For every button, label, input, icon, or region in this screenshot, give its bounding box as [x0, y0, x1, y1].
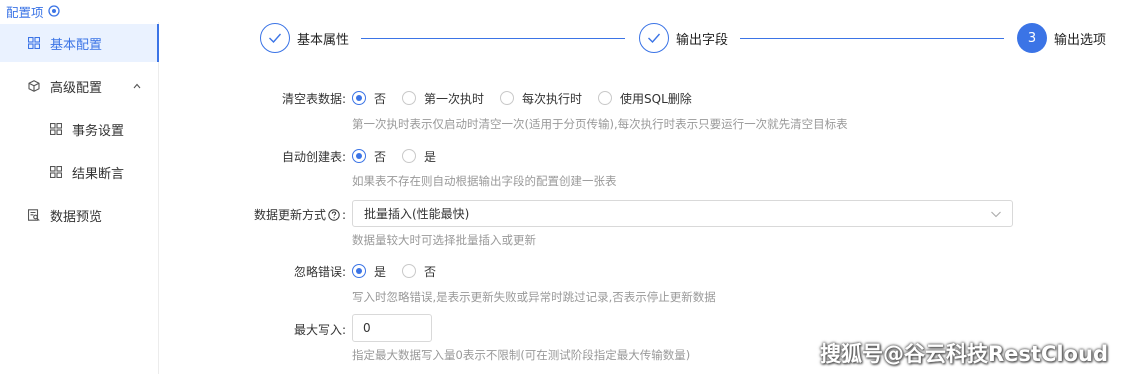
step-1-label: 基本属性 [297, 33, 350, 48]
auto-create-label: 自动创建表: [281, 150, 346, 164]
sidebar-item-transaction-settings[interactable]: 事务设置 [0, 110, 159, 148]
sidebar-item-label: 数据预览 [50, 209, 103, 225]
chevron-down-icon [991, 211, 1001, 218]
clear-table-radio-group: 否 第一次执时 每次执行时 使用SQL删除 [352, 89, 708, 107]
sidebar-item-data-preview[interactable]: 数据预览 [0, 196, 159, 234]
radio-icon [352, 149, 366, 163]
max-write-input[interactable] [352, 314, 432, 342]
step-2-check-icon [639, 23, 669, 53]
auto-create-option-no[interactable]: 否 [352, 148, 386, 165]
update-mode-value: 批量插入(性能最快) [364, 207, 470, 221]
radio-icon [402, 149, 417, 163]
clear-table-option-no[interactable]: 否 [352, 90, 386, 107]
preview-icon [28, 209, 40, 221]
sidebar: 基本配置 高级配置 事务设置 结果断言 数据预览 [0, 22, 159, 374]
clear-table-label: 清空表数据: [281, 92, 346, 106]
radio-icon [352, 91, 366, 105]
clear-table-option-first-run[interactable]: 第一次执时 [402, 90, 484, 107]
grid-icon [28, 37, 40, 49]
radio-icon [500, 91, 515, 105]
cube-icon [28, 80, 40, 92]
question-icon[interactable] [328, 208, 340, 221]
clear-table-option-sql-delete[interactable]: 使用SQL删除 [598, 90, 692, 107]
sidebar-title: 配置项 [6, 2, 60, 20]
ignore-errors-option-no[interactable]: 否 [402, 263, 436, 280]
auto-create-option-yes[interactable]: 是 [402, 148, 436, 165]
ignore-errors-radio-group: 是 否 [352, 262, 452, 280]
update-mode-select[interactable]: 批量插入(性能最快) [352, 200, 1013, 227]
max-write-help: 指定最大数据写入量0表示不限制(可在测试阶段指定最大传输数量) [352, 348, 691, 362]
update-mode-help: 数据量较大时可选择批量插入或更新 [352, 233, 536, 247]
sidebar-item-label: 结果断言 [72, 166, 125, 182]
step-connector [740, 38, 1004, 39]
step-connector [361, 38, 625, 39]
sidebar-item-advanced-config[interactable]: 高级配置 [0, 67, 159, 105]
auto-create-radio-group: 否 是 [352, 147, 452, 165]
update-mode-label-text: 数据更新方式 [253, 208, 326, 222]
sidebar-item-basic-config[interactable]: 基本配置 [0, 24, 159, 62]
grid-icon [50, 123, 62, 135]
sidebar-item-label: 高级配置 [50, 80, 103, 96]
target-icon [47, 5, 60, 17]
update-mode-label: 数据更新方式 : [253, 207, 346, 223]
ignore-errors-help: 写入时忽略错误,是表示更新失败或异常时跳过记录,否表示停止更新数据 [352, 290, 716, 304]
sidebar-item-label: 事务设置 [72, 123, 125, 139]
clear-table-option-every-run[interactable]: 每次执行时 [500, 90, 582, 107]
step-3-number: 3 [1017, 23, 1047, 53]
step-2-label: 输出字段 [676, 33, 729, 48]
step-3-label: 输出选项 [1054, 33, 1107, 48]
sidebar-item-label: 基本配置 [50, 37, 103, 53]
max-write-label: 最大写入: [293, 323, 346, 337]
radio-icon [352, 264, 366, 278]
step-1-check-icon [260, 23, 290, 53]
sidebar-item-result-assertion[interactable]: 结果断言 [0, 153, 159, 191]
radio-icon [402, 91, 417, 105]
clear-table-help: 第一次执时表示仅启动时清空一次(适用于分页传输),每次执行时表示只要运行一次就先… [352, 117, 848, 131]
radio-icon [598, 91, 613, 105]
watermark: 搜狐号@谷云科技RestCloud [820, 342, 1108, 366]
ignore-errors-option-yes[interactable]: 是 [352, 263, 386, 280]
grid-icon [50, 166, 62, 178]
chevron-up-icon[interactable] [131, 80, 143, 92]
radio-icon [402, 264, 417, 278]
auto-create-help: 如果表不存在则自动根据输出字段的配置创建一张表 [352, 174, 617, 188]
ignore-errors-label: 忽略错误: [293, 265, 346, 279]
sidebar-title-label: 配置项 [6, 4, 44, 20]
